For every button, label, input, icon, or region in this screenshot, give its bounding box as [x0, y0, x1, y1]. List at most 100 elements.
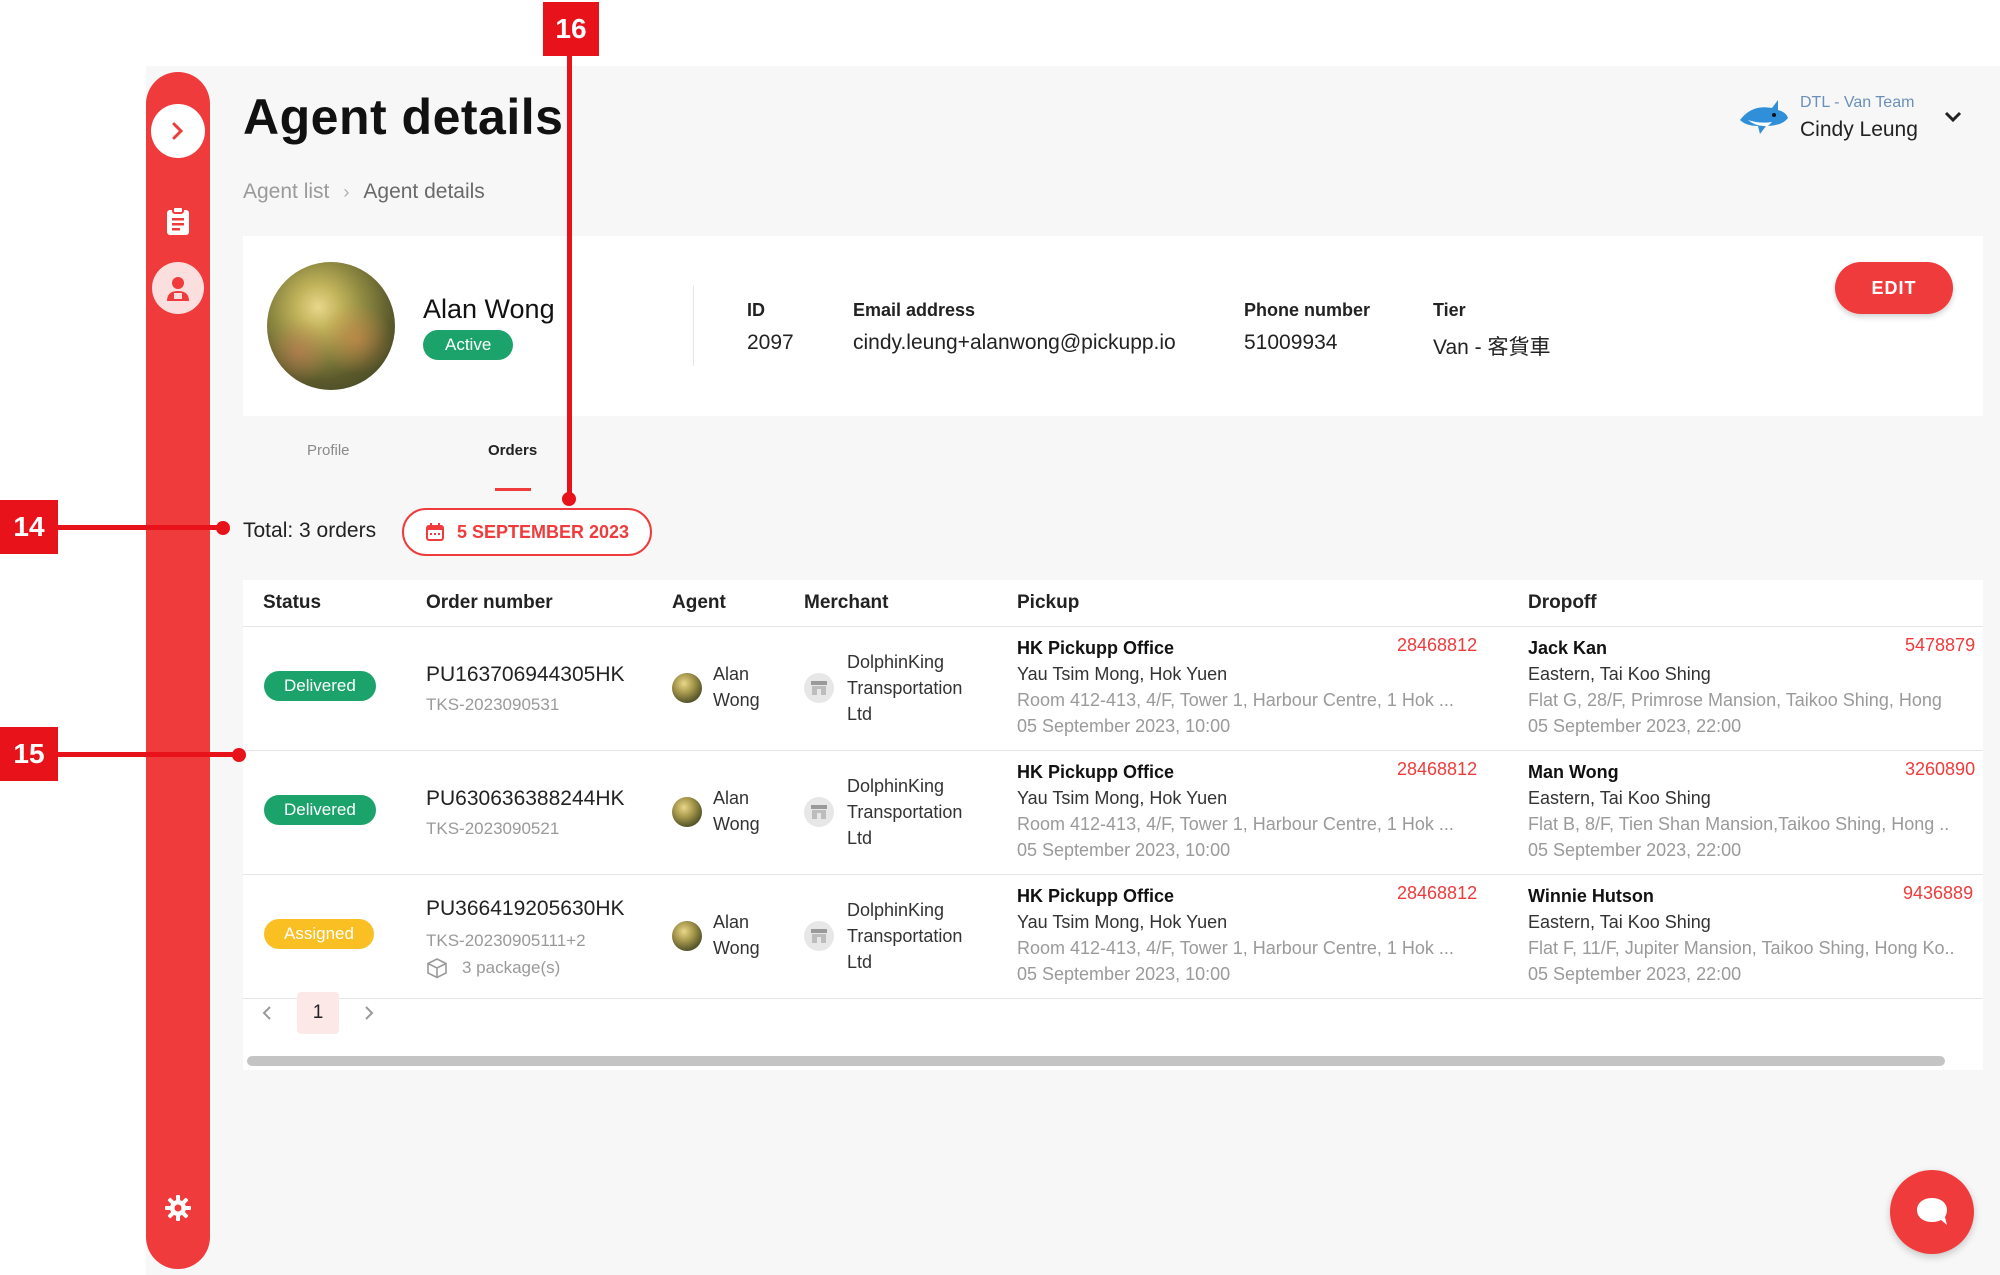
pickup-phone[interactable]: 28468812: [1397, 759, 1477, 780]
chevron-left-icon[interactable]: [259, 1004, 275, 1022]
annotation-marker-14: [216, 521, 230, 535]
store-icon: [804, 797, 834, 827]
field-phone-label: Phone number: [1244, 300, 1371, 320]
annotation-marker-15: [232, 748, 246, 762]
shark-logo-icon: [1740, 100, 1788, 134]
pickup-phone[interactable]: 28468812: [1397, 883, 1477, 904]
dropoff-area: Eastern, Tai Koo Shing: [1528, 664, 1711, 684]
table-row[interactable]: Delivered PU630636388244HK TKS-202309052…: [243, 751, 1983, 875]
sidebar-item-agents[interactable]: [152, 262, 204, 314]
merchant-line: Ltd: [847, 828, 873, 848]
dropoff-address: Flat F, 11/F, Jupiter Mansion, Taikoo Sh…: [1528, 938, 1955, 958]
pickup-area: Yau Tsim Mong, Hok Yuen: [1017, 788, 1228, 808]
field-phone-value: 51009934: [1244, 331, 1338, 354]
date-filter-label: 5 SEPTEMBER 2023: [456, 521, 630, 542]
edit-button[interactable]: EDIT: [1835, 262, 1953, 314]
clipboard-icon: [167, 206, 189, 235]
user-team: DTL - Van Team: [1800, 94, 1915, 111]
breadcrumb: Agent list › Agent details: [243, 180, 485, 204]
date-filter-button[interactable]: 5 SEPTEMBER 2023: [402, 508, 652, 556]
agent-name: Alan Wong: [713, 785, 760, 837]
annotation-line-15: [58, 752, 234, 757]
dropoff-address: Flat G, 28/F, Primrose Mansion, Taikoo S…: [1528, 690, 1942, 710]
chevron-down-icon[interactable]: [1944, 110, 1962, 124]
page-number[interactable]: 1: [297, 992, 339, 1034]
agent-last-name: Wong: [713, 814, 760, 834]
column-dropoff: Dropoff: [1528, 592, 1597, 613]
annotation-label-16: 16: [543, 2, 599, 56]
merchant-line: Ltd: [847, 704, 873, 724]
tab-active-indicator: [495, 488, 531, 491]
merchant-line: DolphinKing: [847, 652, 945, 672]
store-icon: [804, 921, 834, 951]
column-order-number: Order number: [426, 592, 553, 613]
chevron-right-icon: [172, 122, 184, 140]
tab-orders[interactable]: Orders: [488, 442, 537, 459]
agent-icon: [167, 277, 189, 301]
sidebar-item-orders[interactable]: [164, 206, 192, 236]
agent-avatar: [672, 797, 702, 827]
pickup-area: Yau Tsim Mong, Hok Yuen: [1017, 912, 1228, 932]
gear-icon: [165, 1195, 191, 1221]
agent-first-name: Alan: [713, 664, 750, 684]
merchant-name: DolphinKing Transportation Ltd: [847, 773, 962, 851]
annotation-line-16: [567, 56, 572, 498]
column-status: Status: [263, 592, 322, 613]
field-id-value: 2097: [747, 331, 794, 354]
horizontal-scrollbar[interactable]: [247, 1056, 1945, 1066]
agent-status-badge: Active: [423, 330, 514, 360]
dropoff-address: Flat B, 8/F, Tien Shan Mansion,Taikoo Sh…: [1528, 814, 1950, 834]
breadcrumb-agent-list[interactable]: Agent list: [243, 180, 329, 204]
merchant-line: Transportation: [847, 926, 963, 946]
sidebar-item-settings[interactable]: [164, 1194, 192, 1222]
chevron-right-icon[interactable]: [361, 1004, 377, 1022]
annotation-label-15: 15: [0, 727, 58, 781]
dropoff-phone[interactable]: 9436889: [1903, 883, 1973, 904]
table-row[interactable]: Delivered PU163706944305HK TKS-202309053…: [243, 627, 1983, 751]
calendar-icon: [425, 523, 444, 541]
order-number[interactable]: PU630636388244HK: [426, 787, 625, 811]
dropoff-phone[interactable]: 3260890: [1905, 759, 1975, 780]
divider: [693, 286, 694, 366]
breadcrumb-current: Agent details: [363, 180, 485, 203]
pickup-time: 05 September 2023, 10:00: [1017, 716, 1231, 736]
order-sub-id: TKS-2023090531: [426, 695, 560, 714]
order-number[interactable]: PU366419205630HK: [426, 897, 625, 921]
dropoff-cell: Winnie Hutson 9436889 Eastern, Tai Koo S…: [1528, 883, 1983, 987]
user-menu[interactable]: DTL - Van Team Cindy Leung: [1738, 90, 1978, 150]
package-icon: [427, 958, 447, 979]
page-title: Agent details: [243, 89, 564, 145]
dropoff-phone[interactable]: 5478879: [1905, 635, 1975, 656]
field-email-value: cindy.leung+alanwong@pickupp.io: [853, 331, 1176, 354]
status-badge: Assigned: [264, 919, 374, 949]
order-sub-id: TKS-2023090521: [426, 819, 560, 838]
agent-last-name: Wong: [713, 690, 760, 710]
sidebar-expand-button[interactable]: [151, 104, 205, 158]
chat-button[interactable]: [1890, 1170, 1974, 1254]
status-badge: Delivered: [264, 671, 376, 701]
agent-avatar: [267, 262, 395, 390]
annotation-label-14: 14: [0, 500, 58, 554]
table-row[interactable]: Assigned PU366419205630HK TKS-2023090511…: [243, 875, 1983, 999]
merchant-line: Ltd: [847, 952, 873, 972]
pickup-cell: HK Pickupp Office 28468812 Yau Tsim Mong…: [1017, 635, 1487, 739]
merchant-line: DolphinKing: [847, 900, 945, 920]
merchant-name: DolphinKing Transportation Ltd: [847, 897, 962, 975]
pickup-address: Room 412-413, 4/F, Tower 1, Harbour Cent…: [1017, 938, 1454, 958]
tab-profile[interactable]: Profile: [307, 442, 350, 459]
agent-last-name: Wong: [713, 938, 760, 958]
agent-name: Alan Wong: [423, 294, 555, 324]
field-id: ID 2097: [747, 300, 794, 355]
dropoff-time: 05 September 2023, 22:00: [1528, 840, 1742, 860]
field-tier-value: Van - 客貨車: [1433, 336, 1551, 359]
column-agent: Agent: [672, 592, 726, 613]
merchant-name: DolphinKing Transportation Ltd: [847, 649, 962, 727]
pickup-address: Room 412-413, 4/F, Tower 1, Harbour Cent…: [1017, 690, 1454, 710]
dropoff-area: Eastern, Tai Koo Shing: [1528, 788, 1711, 808]
package-count-label: 3 package(s): [462, 958, 561, 977]
pickup-phone[interactable]: 28468812: [1397, 635, 1477, 656]
order-number[interactable]: PU163706944305HK: [426, 663, 625, 687]
package-count: 3 package(s): [426, 957, 560, 979]
store-icon: [804, 673, 834, 703]
agent-first-name: Alan: [713, 912, 750, 932]
